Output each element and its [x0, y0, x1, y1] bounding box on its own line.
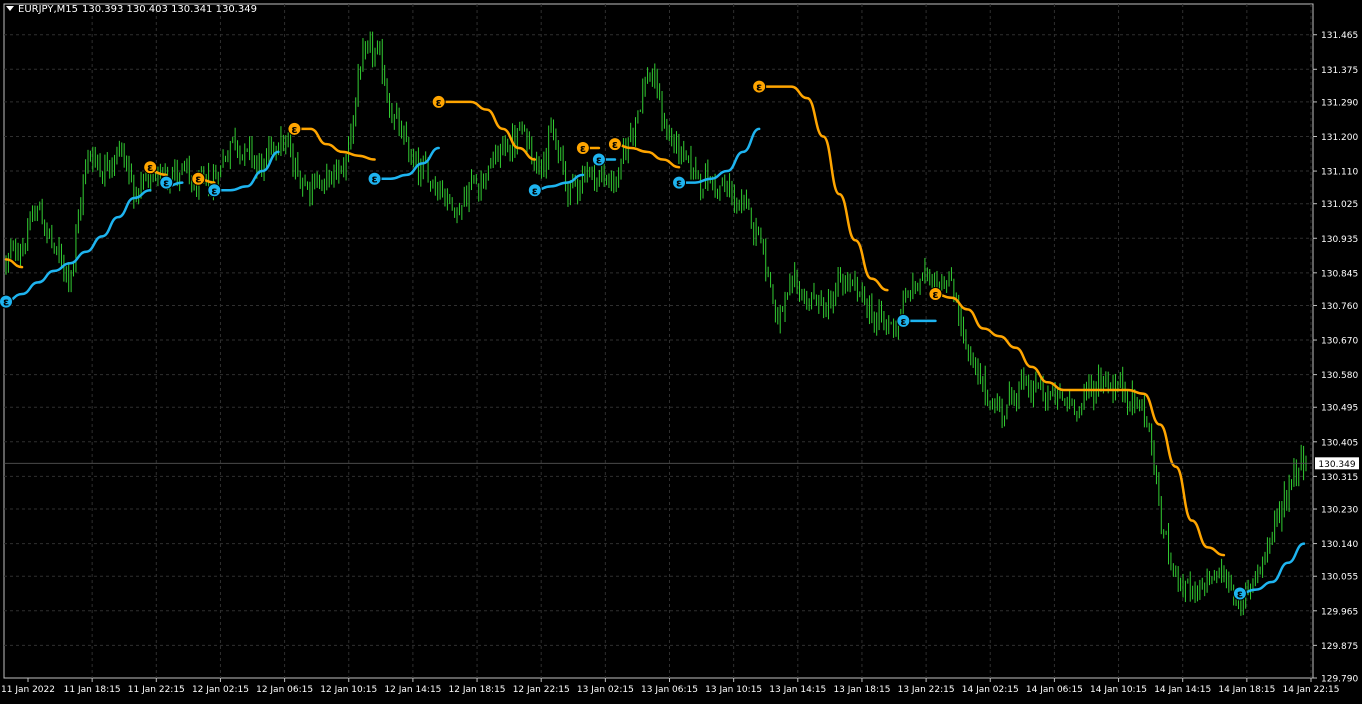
epsilon-circle-orange-icon: ε: [431, 94, 446, 109]
y-tick-label: 130.935: [1321, 235, 1358, 245]
marker-glyph: ε: [195, 173, 201, 186]
x-tick-label: 13 Jan 22:15: [898, 685, 955, 695]
y-tick-label: 131.465: [1321, 31, 1358, 41]
epsilon-circle-blue-icon: ε: [896, 313, 911, 328]
marker-glyph: ε: [596, 154, 602, 167]
axes-layer: 131.465 131.375 131.290 131.200 131.110 131.0…: [1, 31, 1359, 695]
upper-band-segment: [757, 85, 889, 292]
epsilon-circle-blue-icon: ε: [0, 294, 13, 309]
marker-glyph: ε: [3, 296, 9, 309]
y-tick-label: 130.315: [1321, 473, 1358, 483]
marker-glyph: ε: [756, 81, 762, 94]
x-tick-label: 14 Jan 02:15: [962, 685, 1019, 695]
plot-frame: [3, 3, 1314, 679]
marker-glyph: ε: [580, 142, 586, 155]
y-tick-label: 131.200: [1321, 133, 1358, 143]
y-tick-label: 130.495: [1321, 404, 1358, 414]
x-tick-label: 13 Jan 06:15: [641, 685, 698, 695]
epsilon-circle-orange-icon: ε: [607, 137, 622, 152]
epsilon-circle-orange-icon: ε: [928, 286, 943, 301]
chart-canvas[interactable]: εεεεε εεεεεεεεεεεε 131.465131.375131.2901…: [0, 0, 1362, 700]
current-price-label: 130.349: [1318, 460, 1355, 470]
lower-band-segment: [373, 146, 440, 180]
y-tick-label: 131.375: [1321, 66, 1358, 76]
x-tick-label: 14 Jan 22:15: [1283, 685, 1340, 695]
x-tick-label: 12 Jan 06:15: [256, 685, 313, 695]
upper-band-segment: [437, 100, 537, 161]
y-tick-label: 130.845: [1321, 269, 1358, 279]
y-tick-label: 131.110: [1321, 168, 1358, 178]
y-tick-label: 130.670: [1321, 337, 1358, 347]
upper-band-segment: [293, 127, 376, 161]
epsilon-circle-blue-icon: ε: [527, 183, 542, 198]
marker-glyph: ε: [900, 315, 906, 328]
grid-layer: [3, 3, 1314, 679]
epsilon-circle-orange-icon: ε: [143, 160, 158, 175]
epsilon-circle-orange-icon: ε: [191, 171, 206, 186]
marker-glyph: ε: [676, 177, 682, 190]
marker-glyph: ε: [932, 288, 938, 301]
upper-band-segment: [934, 292, 1226, 557]
epsilon-circle-blue-icon: ε: [367, 171, 382, 186]
y-tick-label: 130.405: [1321, 438, 1358, 448]
y-tick-label: 131.025: [1321, 200, 1358, 210]
lower-band-segment: [1238, 542, 1306, 595]
epsilon-circle-orange-icon: ε: [287, 121, 302, 136]
marker-glyph: ε: [436, 96, 442, 109]
ohlc-values: 130.393 130.403 130.341 130.349: [82, 4, 257, 15]
y-tick-label: 129.790: [1321, 675, 1358, 685]
epsilon-circle-blue-icon: ε: [591, 152, 606, 167]
y-tick-label: 130.580: [1321, 371, 1358, 381]
epsilon-circle-blue-icon: ε: [1232, 586, 1247, 601]
chart-header[interactable]: EURJPY,M15 130.393 130.403 130.341 130.34…: [6, 4, 257, 15]
marker-glyph: ε: [372, 173, 378, 186]
marker-glyph: ε: [532, 184, 538, 197]
marker-glyph: ε: [291, 123, 297, 136]
marker-glyph: ε: [612, 138, 618, 151]
x-tick-label: 11 Jan 18:15: [64, 685, 121, 695]
x-tick-label: 11 Jan 22:15: [128, 685, 185, 695]
y-tick-label: 130.230: [1321, 506, 1358, 516]
epsilon-circle-orange-icon: ε: [575, 141, 590, 156]
epsilon-circle-blue-icon: ε: [159, 175, 174, 190]
y-tick-label: 130.055: [1321, 573, 1358, 583]
x-tick-label: 13 Jan 14:15: [769, 685, 826, 695]
x-tick-label: 11 Jan 2022: [1, 685, 55, 695]
x-tick-label: 12 Jan 02:15: [192, 685, 249, 695]
x-tick-label: 13 Jan 18:15: [833, 685, 890, 695]
marker-glyph: ε: [147, 161, 153, 174]
epsilon-circle-blue-icon: ε: [672, 175, 687, 190]
dropdown-triangle-icon[interactable]: [6, 6, 14, 11]
symbol-timeframe: EURJPY,M15: [18, 4, 78, 15]
x-tick-label: 14 Jan 14:15: [1154, 685, 1211, 695]
x-tick-label: 14 Jan 18:15: [1218, 685, 1275, 695]
epsilon-circle-orange-icon: ε: [752, 79, 767, 94]
x-tick-label: 12 Jan 22:15: [513, 685, 570, 695]
y-tick-label: 131.290: [1321, 98, 1358, 108]
y-tick-label: 130.140: [1321, 540, 1358, 550]
x-tick-label: 12 Jan 10:15: [320, 685, 377, 695]
epsilon-circle-blue-icon: ε: [207, 183, 222, 198]
x-tick-label: 13 Jan 10:15: [705, 685, 762, 695]
x-tick-label: 14 Jan 06:15: [1026, 685, 1083, 695]
marker-glyph: ε: [1237, 588, 1243, 601]
x-tick-label: 12 Jan 14:15: [384, 685, 441, 695]
y-tick-label: 130.760: [1321, 302, 1358, 312]
candles-layer: [5, 31, 1307, 616]
y-tick-label: 129.965: [1321, 607, 1358, 617]
x-tick-label: 12 Jan 18:15: [449, 685, 506, 695]
x-tick-label: 14 Jan 10:15: [1090, 685, 1147, 695]
chart-window[interactable]: εεεεεεεεεεεεεεεεε 131.465 131.375 131.290 1…: [0, 0, 1362, 700]
marker-glyph: ε: [211, 184, 217, 197]
x-tick-label: 13 Jan 02:15: [577, 685, 634, 695]
marker-glyph: ε: [163, 177, 169, 190]
y-tick-label: 129.875: [1321, 642, 1358, 652]
